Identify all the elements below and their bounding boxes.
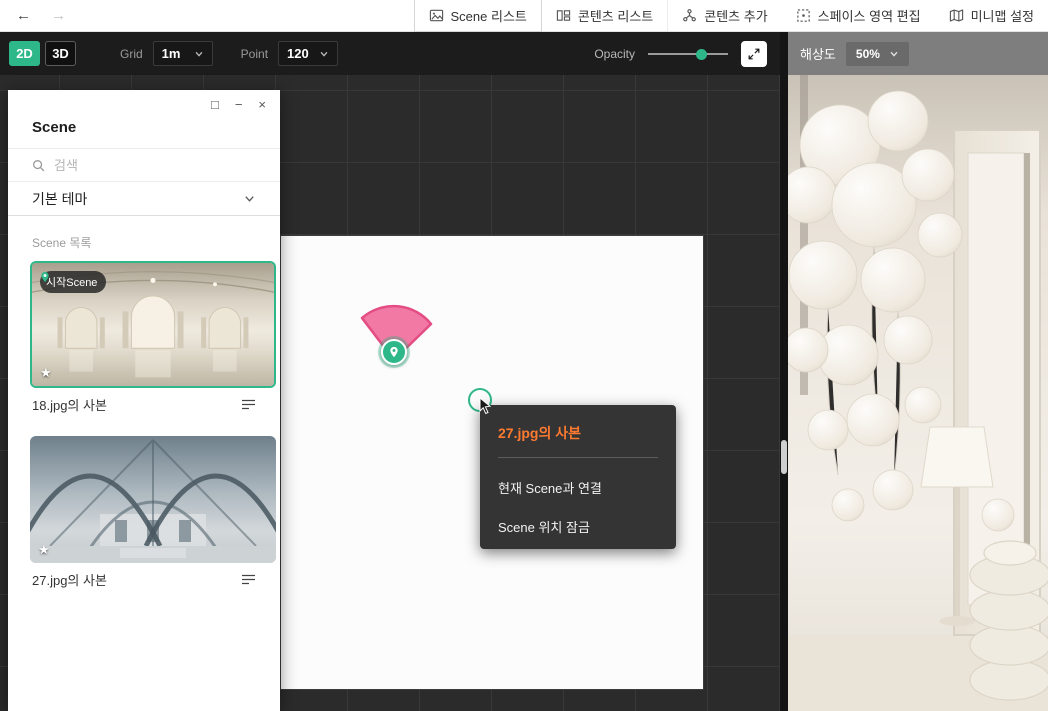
space-editor-app: ← → Scene 리스트 콘텐츠 리스트 콘텐츠 추가 스페이스 영역 편집 bbox=[0, 0, 1048, 711]
scene-card-18[interactable]: 시작Scene ★ 18.jpg의 사본 bbox=[30, 261, 276, 414]
chevron-down-icon bbox=[245, 196, 254, 202]
map-icon bbox=[949, 9, 963, 22]
history-nav: ← → bbox=[0, 7, 66, 24]
scene-options-menu-icon[interactable] bbox=[241, 398, 256, 411]
editor-toolbar: 2D 3D Grid 1m Point 120 Opacity bbox=[0, 32, 780, 75]
image-icon bbox=[429, 9, 443, 22]
scene-name-row: 18.jpg의 사본 bbox=[32, 395, 256, 414]
scene-3d-preview: 해상도 50% bbox=[788, 32, 1048, 711]
context-menu-divider bbox=[498, 457, 658, 458]
start-scene-badge-label: 시작Scene bbox=[46, 277, 98, 289]
theme-dropdown[interactable]: 기본 테마 bbox=[8, 182, 280, 216]
scene-name-row: 27.jpg의 사본 bbox=[32, 570, 256, 589]
layout-grid-icon bbox=[556, 10, 571, 21]
scene-position-pin[interactable] bbox=[381, 339, 407, 365]
mode-2d-button[interactable]: 2D bbox=[9, 41, 40, 66]
panorama-thumbnail-27 bbox=[30, 436, 276, 563]
opacity-slider-thumb[interactable] bbox=[696, 48, 707, 60]
tab-label: 미니맵 설정 bbox=[970, 9, 1034, 24]
node-graph-icon bbox=[683, 9, 697, 22]
back-arrow-icon[interactable]: ← bbox=[16, 7, 31, 24]
scene-card-27[interactable]: ★ 27.jpg의 사본 bbox=[30, 436, 276, 589]
scene-search bbox=[8, 148, 280, 182]
view-mode-toggle: 2D 3D bbox=[9, 41, 76, 66]
minimize-icon[interactable]: − bbox=[235, 98, 243, 111]
close-icon[interactable]: × bbox=[258, 98, 266, 111]
chevron-down-icon bbox=[195, 51, 203, 57]
tab-label: 스페이스 영역 편집 bbox=[817, 9, 921, 24]
grid-label: Grid bbox=[120, 46, 143, 61]
toolbar-right-group: Opacity bbox=[594, 40, 780, 67]
scene-list: 시작Scene ★ 18.jpg의 사본 ★ 27.jpg의 사본 bbox=[8, 261, 280, 611]
expand-icon bbox=[748, 48, 760, 59]
resize-handle[interactable] bbox=[781, 440, 787, 474]
panel-title: Scene bbox=[32, 119, 77, 136]
mouse-cursor-icon bbox=[479, 397, 492, 415]
tab-content-add[interactable]: 콘텐츠 추가 bbox=[668, 0, 781, 31]
context-menu-item-link-scene[interactable]: 현재 Scene과 연결 bbox=[498, 478, 658, 497]
context-menu-title: 27.jpg의 사본 bbox=[498, 425, 581, 441]
grid-size-value: 1m bbox=[161, 46, 181, 61]
opacity-slider[interactable] bbox=[648, 47, 728, 61]
panel-window-controls: □ − × bbox=[8, 90, 280, 113]
fullscreen-button[interactable] bbox=[741, 40, 767, 67]
panorama-preview-image[interactable] bbox=[788, 75, 1048, 711]
tab-space-area-edit[interactable]: 스페이스 영역 편집 bbox=[782, 0, 935, 31]
mode-3d-button[interactable]: 3D bbox=[45, 41, 76, 66]
context-menu-item-lock-position[interactable]: Scene 위치 잠금 bbox=[498, 517, 658, 536]
favorite-star-icon[interactable]: ★ bbox=[38, 542, 50, 558]
scene-thumbnail-27[interactable]: ★ bbox=[30, 436, 276, 563]
search-input[interactable] bbox=[54, 157, 256, 173]
editor-mode-tabs: Scene 리스트 콘텐츠 리스트 콘텐츠 추가 스페이스 영역 편집 미니맵 … bbox=[413, 0, 1048, 32]
tab-scene-list[interactable]: Scene 리스트 bbox=[413, 0, 542, 32]
tab-minimap-settings[interactable]: 미니맵 설정 bbox=[935, 0, 1048, 31]
tab-label: 콘텐츠 추가 bbox=[704, 9, 768, 24]
favorite-star-icon[interactable]: ★ bbox=[40, 365, 52, 381]
scene-list-section-label: Scene 목록 bbox=[32, 236, 92, 250]
panorama-render bbox=[788, 75, 1048, 711]
start-scene-badge: 시작Scene bbox=[40, 271, 107, 293]
maximize-icon[interactable]: □ bbox=[211, 98, 219, 111]
resolution-label: 해상도 bbox=[800, 47, 836, 62]
panel-resize-divider bbox=[780, 32, 788, 711]
location-pin-icon bbox=[390, 346, 398, 358]
scene-name: 27.jpg의 사본 bbox=[32, 573, 107, 588]
dashed-selection-icon bbox=[796, 9, 810, 22]
chevron-down-icon bbox=[320, 51, 328, 57]
tab-label: Scene 리스트 bbox=[450, 9, 527, 24]
search-icon bbox=[33, 159, 45, 171]
preview-toolbar: 해상도 50% bbox=[788, 32, 1048, 75]
tab-content-list[interactable]: 콘텐츠 리스트 bbox=[542, 0, 669, 31]
scene-name: 18.jpg의 사본 bbox=[32, 398, 107, 413]
scene-context-menu: 27.jpg의 사본 현재 Scene과 연결 Scene 위치 잠금 bbox=[480, 405, 676, 549]
forward-arrow-icon[interactable]: → bbox=[51, 7, 66, 24]
theme-dropdown-value: 기본 테마 bbox=[32, 190, 88, 207]
scene-options-menu-icon[interactable] bbox=[241, 573, 256, 586]
opacity-slider-track bbox=[648, 52, 728, 55]
grid-size-dropdown[interactable]: 1m bbox=[152, 41, 213, 66]
chevron-down-icon bbox=[890, 51, 898, 57]
tab-label: 콘텐츠 리스트 bbox=[577, 9, 654, 24]
resolution-value: 50% bbox=[855, 46, 880, 61]
location-pin-icon bbox=[41, 272, 49, 282]
point-size-dropdown[interactable]: 120 bbox=[278, 41, 339, 66]
opacity-label: Opacity bbox=[594, 46, 635, 61]
resolution-dropdown[interactable]: 50% bbox=[845, 41, 909, 66]
point-label: Point bbox=[240, 46, 269, 61]
top-bar: ← → Scene 리스트 콘텐츠 리스트 콘텐츠 추가 스페이스 영역 편집 bbox=[0, 0, 1048, 32]
scene-thumbnail-18[interactable]: 시작Scene ★ bbox=[30, 261, 276, 388]
point-size-value: 120 bbox=[287, 46, 309, 61]
scene-panel: □ − × Scene 기본 테마 Scene 목록 bbox=[8, 90, 280, 711]
